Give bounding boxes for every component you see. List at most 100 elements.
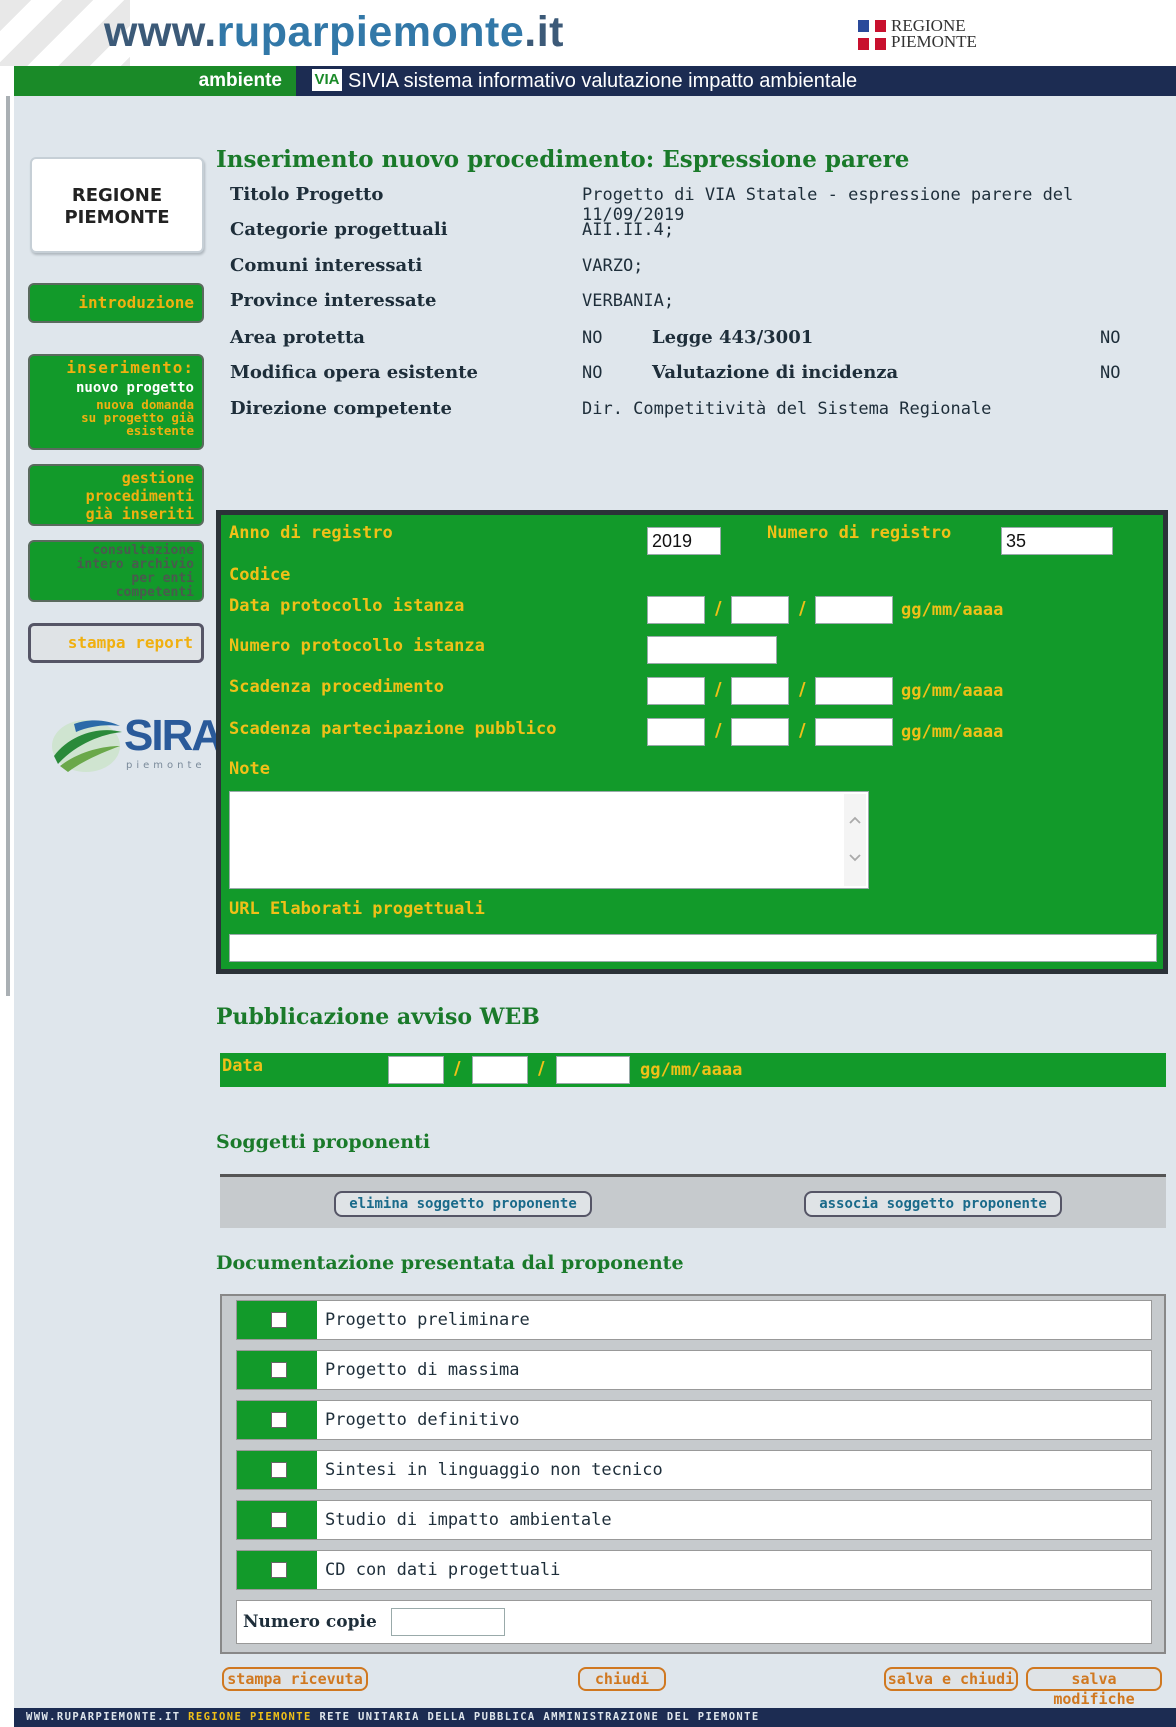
scroll-down-icon[interactable] [849,854,861,862]
stampa-ricevuta-button[interactable]: stampa ricevuta [222,1667,368,1691]
regione-box-line1: REGIONE [71,185,163,206]
note-textarea[interactable] [229,791,869,889]
doc-checkbox[interactable] [271,1462,287,1478]
footer-site[interactable]: WWW.RUPARPIEMONTE.IT [26,1711,180,1723]
data-protocollo-year-input[interactable] [815,596,893,624]
site-title-prefix: www. [104,8,217,56]
doc-checkbox-cell [237,1551,317,1589]
nav-gestione-line1: gestione [121,469,194,487]
sira-logo: SIRA piemonte [50,712,223,776]
footer-rupar: RETE UNITARIA DELLA PUBBLICA AMMINISTRAZ… [319,1711,760,1723]
scroll-up-icon[interactable] [849,816,861,824]
numero-protocollo-input[interactable] [647,636,777,664]
date-separator: / [799,598,806,619]
nav-introduzione[interactable]: introduzione [28,283,204,323]
web-data-label: Data [222,1056,263,1076]
date-format-hint: gg/mm/aaaa [640,1060,743,1080]
doc-label: Sintesi in linguaggio non tecnico [325,1460,663,1480]
documentazione-title: Documentazione presentata dal proponente [216,1252,684,1274]
scadenza-procedimento-label: Scadenza procedimento [229,677,444,697]
note-scrollbar[interactable] [844,794,866,886]
scadenza-pubbl-day-input[interactable] [647,718,705,746]
associa-soggetto-button[interactable]: associa soggetto proponente [804,1191,1062,1217]
comuni-value: VARZO; [582,256,644,276]
numero-registro-label: Numero di registro [767,523,952,543]
page-title: Inserimento nuovo procedimento: Espressi… [216,146,910,173]
salva-e-chiudi-button[interactable]: salva e chiudi [884,1667,1018,1691]
web-day-input[interactable] [388,1056,444,1084]
nav-consultazione-line2: intero archivio [76,557,194,572]
footer-regione: REGIONE PIEMONTE [188,1711,312,1723]
section-bar: ambiente VIA SIVIA sistema informativo v… [14,66,1176,96]
nav-introduzione-label: introduzione [78,293,194,312]
nav-stampa-report[interactable]: stampa report [28,623,204,663]
doc-checkbox-cell [237,1501,317,1539]
site-title-name: ruparpiemonte [216,8,525,56]
date-separator: / [715,598,722,619]
chiudi-button[interactable]: chiudi [578,1667,666,1691]
web-year-input[interactable] [556,1056,630,1084]
regione-logo-line2: PIEMONTE [891,32,977,51]
date-separator: / [715,679,722,700]
direzione-label: Direzione competente [230,398,452,419]
anno-input[interactable]: 2019 [647,527,721,555]
nav-nuovo-progetto[interactable]: nuovo progetto [30,378,194,398]
ambiente-tab[interactable]: ambiente [14,66,296,96]
legge-value: NO [1100,328,1121,348]
soggetti-toolbar: elimina soggetto proponente associa sogg… [220,1174,1166,1228]
site-header: www.ruparpiemonte.it REGIONE PIEMONTE [0,0,1176,66]
scadenza-proc-month-input[interactable] [731,677,789,705]
doc-checkbox[interactable] [271,1412,287,1428]
legge-label: Legge 443/3001 [652,327,814,348]
web-month-input[interactable] [472,1056,528,1084]
scadenza-pubbl-year-input[interactable] [815,718,893,746]
nav-inserimento[interactable]: inserimento: nuovo progetto nuova domand… [28,354,204,450]
date-separator: / [799,679,806,700]
date-separator: / [715,720,722,741]
url-elaborati-input[interactable] [229,934,1157,962]
sivia-title: SIVIA sistema informativo valutazione im… [348,70,858,92]
date-separator: / [454,1058,461,1079]
doc-checkbox[interactable] [271,1312,287,1328]
nav-inserimento-title: inserimento: [66,358,194,377]
regione-logo-text: REGIONE PIEMONTE [891,17,977,51]
comuni-label: Comuni interessati [230,255,423,276]
province-value: VERBANIA; [582,291,675,311]
date-format-hint: gg/mm/aaaa [901,600,1004,620]
soggetti-title: Soggetti proponenti [216,1131,431,1153]
nav-stampa-report-label: stampa report [67,633,193,652]
regione-piemonte-logo[interactable]: REGIONE PIEMONTE [858,17,977,54]
nav-consultazione[interactable]: consultazione intero archivio per enti c… [28,540,204,602]
data-protocollo-day-input[interactable] [647,596,705,624]
data-protocollo-month-input[interactable] [731,596,789,624]
scadenza-proc-day-input[interactable] [647,677,705,705]
doc-checkbox-cell [237,1451,317,1489]
salva-modifiche-button[interactable]: salva modifiche [1026,1667,1162,1708]
categorie-value: AII.II.4; [582,220,675,240]
regione-flag-icon [858,20,886,50]
numero-registro-input[interactable]: 35 [1001,527,1113,555]
nav-gestione[interactable]: gestione procedimenti già inseriti [28,464,204,526]
regione-box-line2: PIEMONTE [64,207,170,228]
doc-label: Studio di impatto ambientale [325,1510,612,1530]
nav-consultazione-line3: per enti [131,571,194,586]
registro-form-panel: Anno di registro 2019 Numero di registro… [216,510,1168,974]
doc-row: Studio di impatto ambientale [236,1500,1152,1540]
doc-checkbox-cell [237,1351,317,1389]
date-separator: / [538,1058,545,1079]
doc-checkbox[interactable] [271,1562,287,1578]
doc-checkbox-cell [237,1401,317,1439]
categorie-label: Categorie progettuali [230,219,448,240]
scadenza-proc-year-input[interactable] [815,677,893,705]
sira-swoosh-icon [52,720,122,772]
elimina-soggetto-button[interactable]: elimina soggetto proponente [334,1191,592,1217]
doc-checkbox[interactable] [271,1362,287,1378]
doc-checkbox[interactable] [271,1512,287,1528]
sira-logo-sub: piemonte [126,760,206,771]
scadenza-pubbl-month-input[interactable] [731,718,789,746]
note-label: Note [229,759,270,779]
site-title[interactable]: www.ruparpiemonte.it [104,8,564,57]
left-divider [6,96,10,996]
numero-copie-input[interactable] [391,1608,505,1636]
doc-checkbox-cell [237,1301,317,1339]
